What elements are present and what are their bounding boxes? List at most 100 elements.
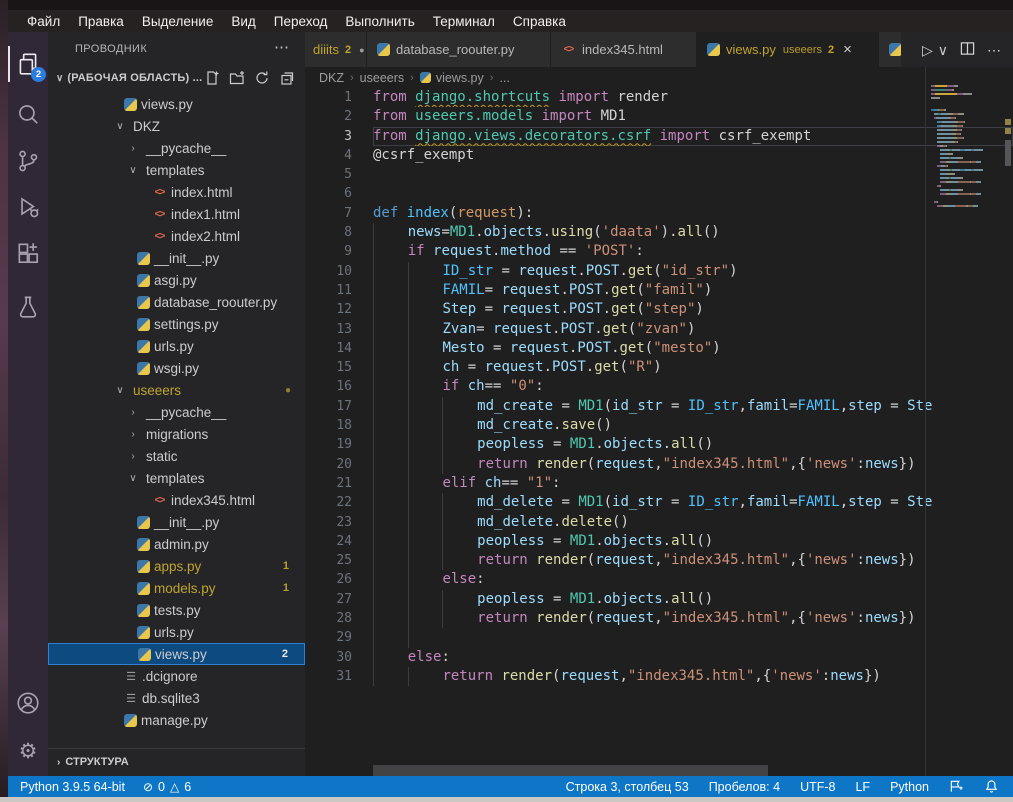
tree-item-__pycache__[interactable]: ›__pycache__ [48,401,305,423]
tree-item-index.html[interactable]: <>index.html [48,181,305,203]
collapse-all-icon[interactable] [279,70,295,86]
code-line-29[interactable]: 29 [305,628,1013,647]
run-dropdown-chevron-icon[interactable]: ∨ [938,43,948,57]
explorer-icon[interactable]: 2 [15,51,41,77]
tree-item-models.py[interactable]: models.py1 [48,577,305,599]
code-line-3[interactable]: 3from django.views.decorators.csrf impor… [305,127,1013,146]
status-indentation[interactable]: Пробелов: 4 [709,780,780,794]
status-python-interpreter[interactable]: Python 3.9.5 64-bit [20,780,125,794]
tree-item-views.py[interactable]: views.py2 [48,643,305,665]
tree-item-DKZ[interactable]: ∨DKZ [48,115,305,137]
menu-item-Выполнить[interactable]: Выполнить [336,14,423,29]
new-folder-icon[interactable] [229,70,245,86]
tree-item-.dcignore[interactable]: ☰.dcignore [48,665,305,687]
breadcrumb-item-useeers[interactable]: useeers [360,71,404,85]
status-cursor-position[interactable]: Строка 3, столбец 53 [566,780,689,794]
menu-item-Выделение[interactable]: Выделение [133,14,223,29]
code-line-4[interactable]: 4@csrf_exempt [305,146,1013,165]
tree-item-views.py[interactable]: views.py [48,93,305,115]
menu-item-Правка[interactable]: Правка [69,14,133,29]
code-line-24[interactable]: 24 peopless = MD1.objects.all() [305,532,1013,551]
tree-item-tests.py[interactable]: tests.py [48,599,305,621]
breadcrumb-item-DKZ[interactable]: DKZ [319,71,344,85]
code-line-6[interactable]: 6 [305,184,1013,203]
tree-item-manage.py[interactable]: manage.py [48,709,305,731]
tree-item-__init__.py[interactable]: __init__.py [48,247,305,269]
code-line-21[interactable]: 21 elif ch== "1": [305,474,1013,493]
tab-views.py[interactable]: views.pyuseeers2× [697,32,879,67]
tab-diiits[interactable]: diiits2● [305,32,367,67]
tab-close-icon[interactable]: × [843,41,852,58]
code-line-12[interactable]: 12 Step = request.POST.get("step") [305,300,1013,319]
tree-item-templates[interactable]: ∨templates [48,467,305,489]
code-line-1[interactable]: 1from django.shortcuts import render [305,88,1013,107]
code-line-23[interactable]: 23 md_delete.delete() [305,513,1013,532]
breadcrumb-item-views.py[interactable]: views.py [436,71,484,85]
workspace-section-header[interactable]: ∨ (РАБОЧАЯ ОБЛАСТЬ) ... [48,66,305,90]
code-line-20[interactable]: 20 return render(request,"index345.html"… [305,455,1013,474]
code-line-27[interactable]: 27 peopless = MD1.objects.all() [305,590,1013,609]
outline-section-header[interactable]: › СТРУКТУРА [48,748,305,775]
code-line-8[interactable]: 8 news=MD1.objects.using('daata').all() [305,223,1013,242]
tree-item-urls.py[interactable]: urls.py [48,335,305,357]
menu-item-Справка[interactable]: Справка [504,14,575,29]
tree-item-index1.html[interactable]: <>index1.html [48,203,305,225]
code-line-17[interactable]: 17 md_create = MD1(id_str = ID_str,famil… [305,397,1013,416]
extensions-icon[interactable] [15,240,41,266]
menu-item-Вид[interactable]: Вид [222,14,264,29]
tree-item-db.sqlite3[interactable]: ☰db.sqlite3 [48,687,305,709]
run-python-file-icon[interactable]: ▷ [922,43,933,57]
tree-item-urls.py[interactable]: urls.py [48,621,305,643]
tree-item-__pycache__[interactable]: ›__pycache__ [48,137,305,159]
sidebar-more-actions-icon[interactable]: ⋯ [274,38,289,56]
tab-index345.html[interactable]: <>index345.html [551,32,697,67]
code-line-28[interactable]: 28 return render(request,"index345.html"… [305,609,1013,628]
code-line-25[interactable]: 25 return render(request,"index345.html"… [305,551,1013,570]
code-line-10[interactable]: 10 ID_str = request.POST.get("id_str") [305,262,1013,281]
tree-item-database_roouter.py[interactable]: database_roouter.py [48,291,305,313]
more-actions-icon[interactable]: ⋯ [987,43,1001,57]
code-line-31[interactable]: 31 return render(request,"index345.html"… [305,667,1013,686]
testing-icon[interactable] [15,294,41,320]
tree-item-useeers[interactable]: ∨useeers● [48,379,305,401]
tree-item-index345.html[interactable]: <>index345.html [48,489,305,511]
code-line-22[interactable]: 22 md_delete = MD1(id_str = ID_str,famil… [305,493,1013,512]
breadcrumb-item-...[interactable]: ... [499,71,509,85]
menu-item-Терминал[interactable]: Терминал [424,14,504,29]
tree-item-admin.py[interactable]: admin.py [48,533,305,555]
status-language-mode[interactable]: Python [890,780,929,794]
code-line-19[interactable]: 19 peopless = MD1.objects.all() [305,435,1013,454]
feedback-icon[interactable] [949,779,964,794]
code-line-15[interactable]: 15 ch = request.POST.get("R") [305,358,1013,377]
tree-item-index2.html[interactable]: <>index2.html [48,225,305,247]
code-line-18[interactable]: 18 md_create.save() [305,416,1013,435]
tree-item-__init__.py[interactable]: __init__.py [48,511,305,533]
split-editor-icon[interactable] [960,41,975,58]
new-file-icon[interactable] [204,70,220,86]
menu-item-Файл[interactable]: Файл [18,14,69,29]
run-debug-icon[interactable] [15,194,41,220]
code-line-9[interactable]: 9 if request.method == 'POST': [305,242,1013,261]
account-icon[interactable] [15,690,41,716]
tree-item-asgi.py[interactable]: asgi.py [48,269,305,291]
code-editor[interactable]: 1from django.shortcuts import render2fro… [305,88,1013,686]
code-line-13[interactable]: 13 Zvan= request.POST.get("zvan") [305,320,1013,339]
tree-item-apps.py[interactable]: apps.py1 [48,555,305,577]
refresh-icon[interactable] [254,70,270,86]
status-eol[interactable]: LF [855,780,870,794]
code-line-2[interactable]: 2from useeers.models import MD1 [305,107,1013,126]
status-encoding[interactable]: UTF-8 [800,780,835,794]
code-line-11[interactable]: 11 FAMIL= request.POST.get("famil") [305,281,1013,300]
tree-item-templates[interactable]: ∨templates [48,159,305,181]
search-icon[interactable] [15,101,41,127]
tree-item-settings.py[interactable]: settings.py [48,313,305,335]
code-line-26[interactable]: 26 else: [305,570,1013,589]
status-problems[interactable]: ⊘0△6 [143,780,191,794]
tree-item-migrations[interactable]: ›migrations [48,423,305,445]
tree-item-static[interactable]: ›static [48,445,305,467]
horizontal-scrollbar[interactable] [373,765,768,776]
minimap[interactable] [931,85,1003,209]
code-line-30[interactable]: 30 else: [305,648,1013,667]
notifications-bell-icon[interactable] [984,779,999,794]
tree-item-wsgi.py[interactable]: wsgi.py [48,357,305,379]
